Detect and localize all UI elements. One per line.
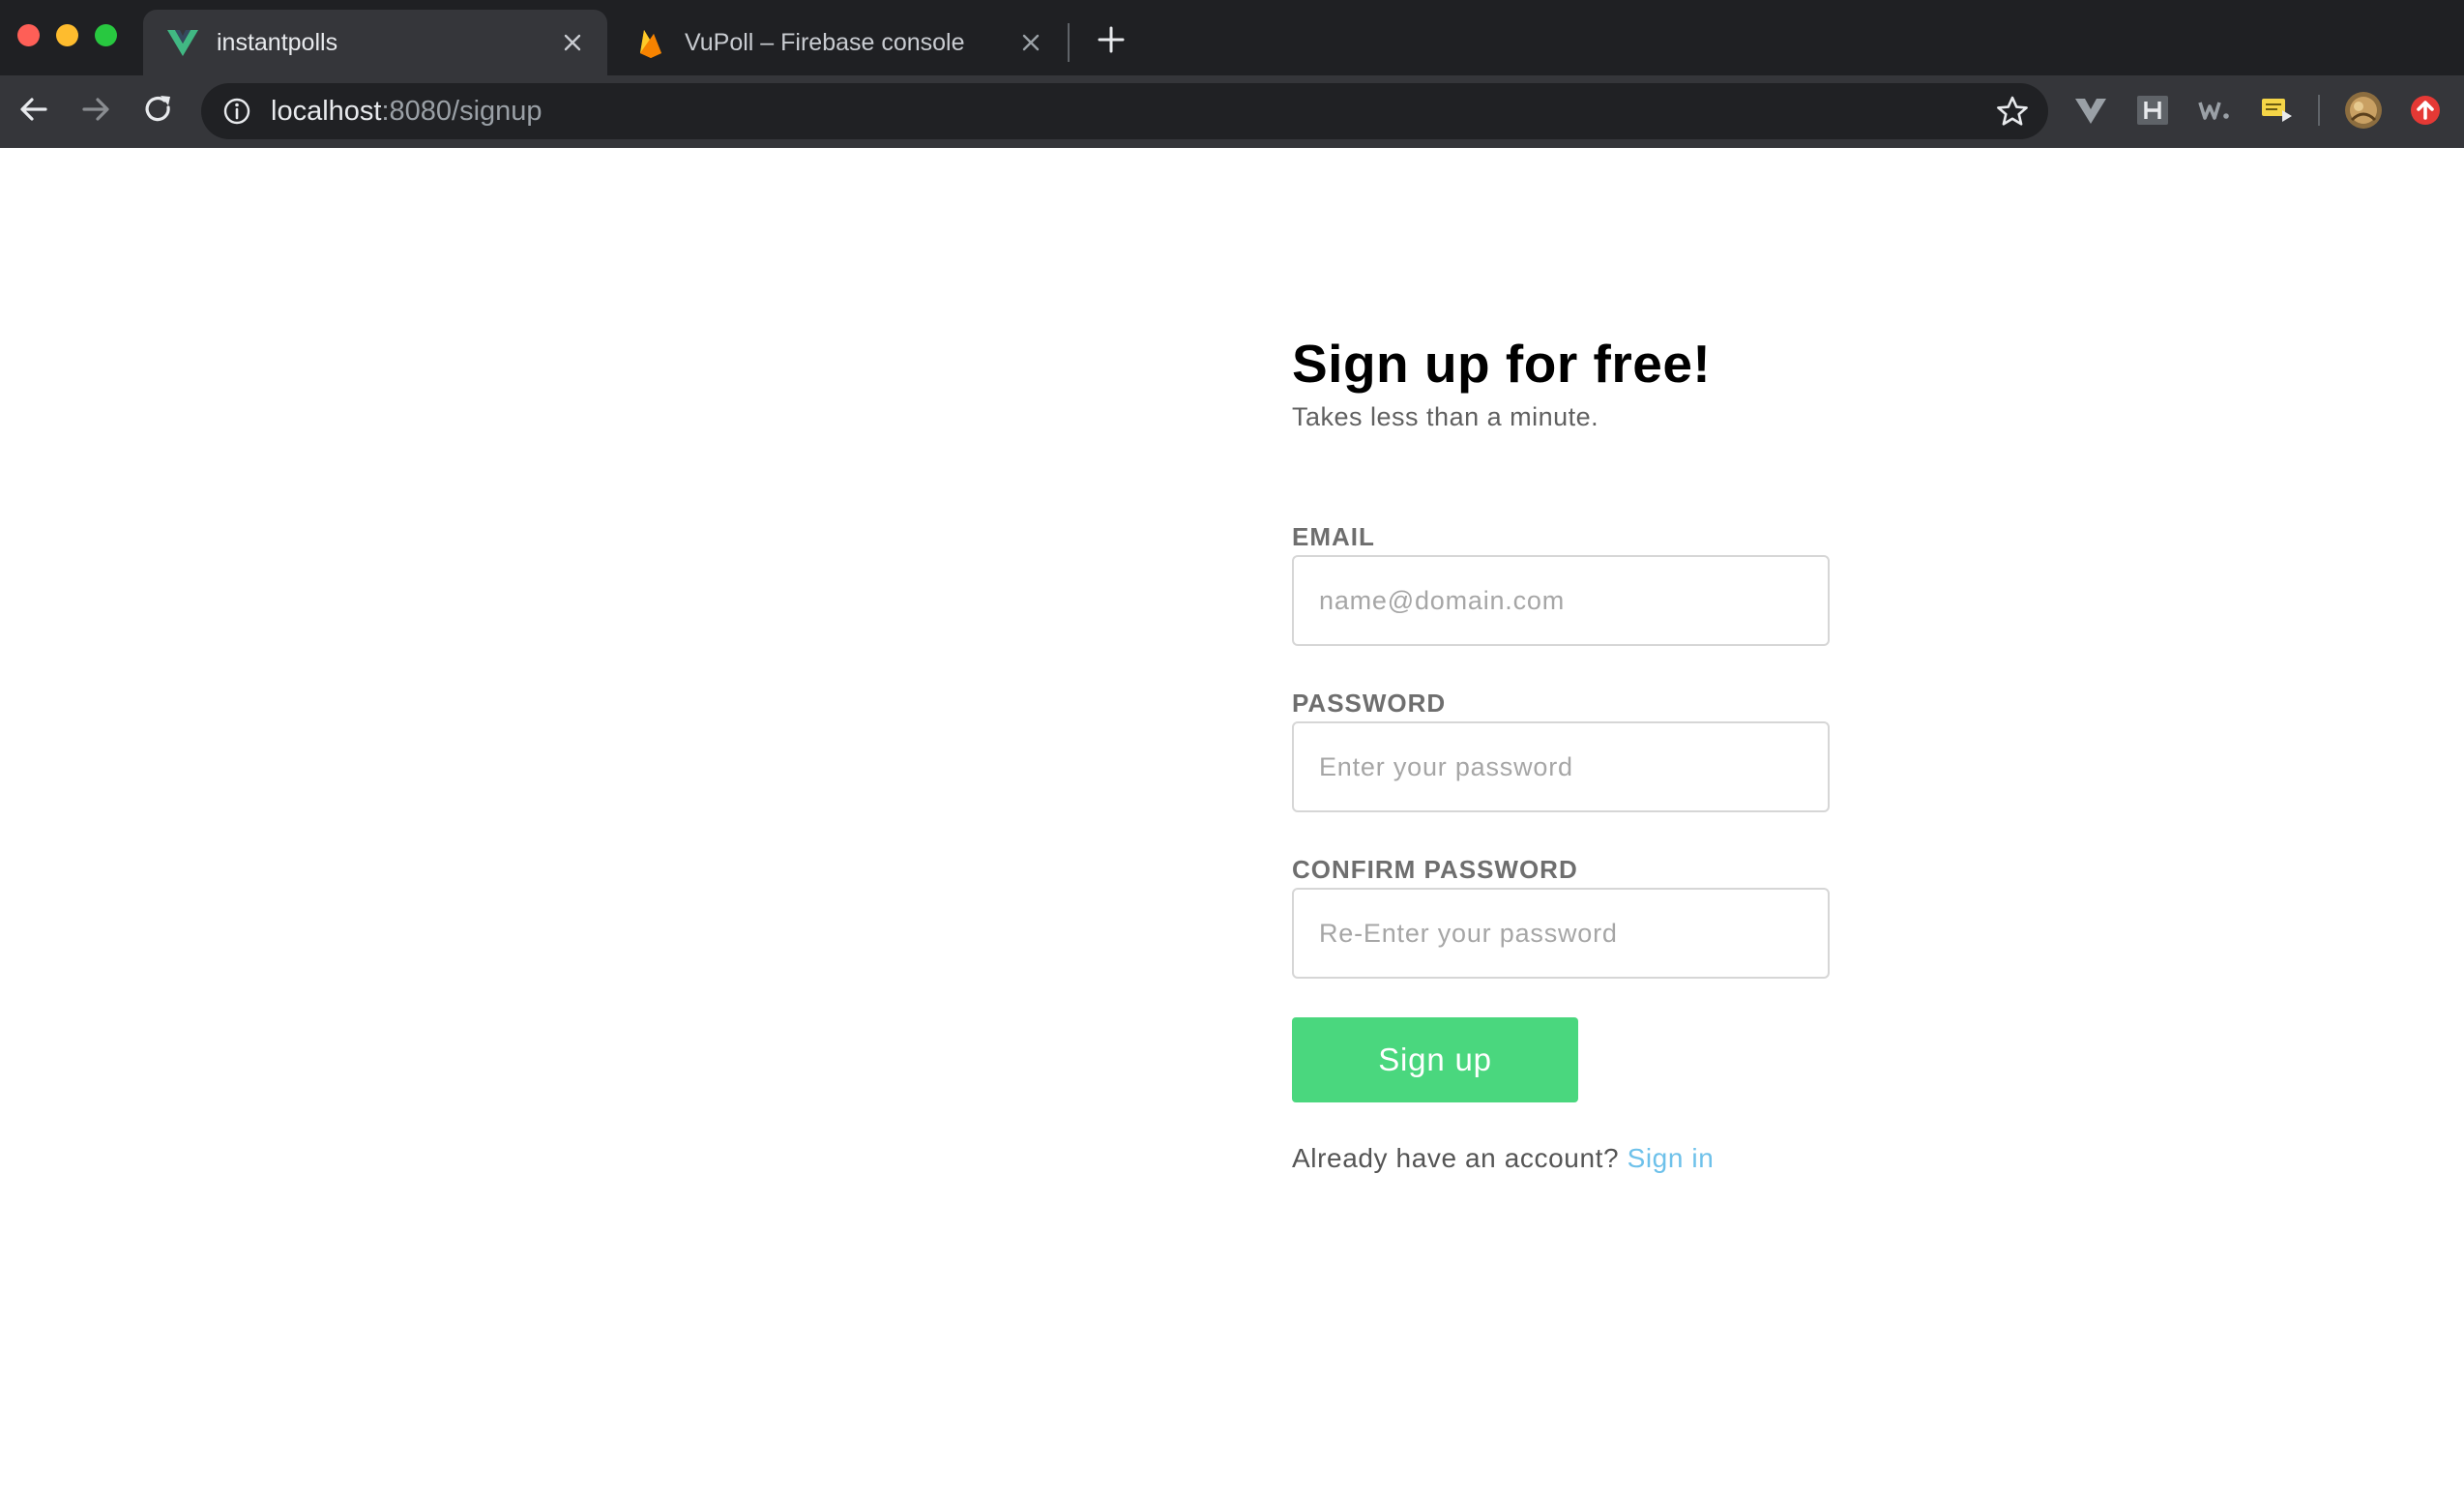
update-badge-icon[interactable]	[2408, 93, 2443, 128]
notes-extension-icon[interactable]	[2259, 93, 2294, 128]
signin-prompt-text: Already have an account?	[1292, 1143, 1620, 1173]
tab-separator	[1068, 23, 1070, 62]
toolbar-separator	[2318, 95, 2320, 126]
password-field[interactable]	[1292, 721, 1830, 812]
tab-title: VuPoll – Firebase console	[685, 28, 965, 56]
confirm-password-field[interactable]	[1292, 888, 1830, 979]
signup-button[interactable]: Sign up	[1292, 1017, 1578, 1102]
new-tab-plus-icon[interactable]	[1095, 23, 1128, 56]
address-bar[interactable]: localhost:8080/signup	[201, 83, 2048, 139]
password-label: PASSWORD	[1292, 689, 1447, 718]
close-tab-icon[interactable]	[561, 31, 584, 54]
tab-title: instantpolls	[217, 28, 338, 56]
reload-icon[interactable]	[140, 91, 177, 128]
email-label: EMAIL	[1292, 522, 1375, 551]
signup-form: Sign up for free! Takes less than a minu…	[1292, 329, 1833, 1173]
email-field[interactable]	[1292, 555, 1830, 646]
tab-firebase-console[interactable]: VuPoll – Firebase console	[611, 10, 1066, 75]
maximize-window-button[interactable]	[95, 24, 117, 46]
bookmark-star-icon[interactable]	[1996, 95, 2029, 128]
h-extension-icon[interactable]	[2135, 93, 2170, 128]
signin-prompt: Already have an account? Sign in	[1292, 1143, 1714, 1174]
signin-link[interactable]: Sign in	[1628, 1143, 1715, 1173]
profile-avatar[interactable]	[2344, 91, 2383, 130]
back-arrow-icon[interactable]	[15, 91, 52, 128]
page-title: Sign up for free!	[1292, 334, 1712, 394]
page-subtitle: Takes less than a minute.	[1292, 402, 1599, 431]
close-window-button[interactable]	[17, 24, 40, 46]
url-host: localhost	[271, 95, 382, 127]
close-tab-icon[interactable]	[1019, 31, 1042, 54]
browser-tab-strip: instantpolls VuPoll – Firebase console	[0, 0, 2464, 75]
url-text: localhost:8080/signup	[271, 96, 543, 128]
vue-devtools-icon[interactable]	[2073, 93, 2108, 128]
site-info-icon[interactable]	[222, 97, 251, 126]
tab-instantpolls[interactable]: instantpolls	[143, 10, 607, 75]
confirm-password-label: CONFIRM PASSWORD	[1292, 855, 1578, 884]
forward-arrow-icon[interactable]	[77, 91, 114, 128]
firebase-flame-icon	[640, 30, 661, 58]
url-path: :8080/signup	[381, 95, 543, 127]
minimize-window-button[interactable]	[56, 24, 78, 46]
w-extension-icon[interactable]	[2197, 93, 2232, 128]
vue-logo-icon	[167, 30, 198, 56]
